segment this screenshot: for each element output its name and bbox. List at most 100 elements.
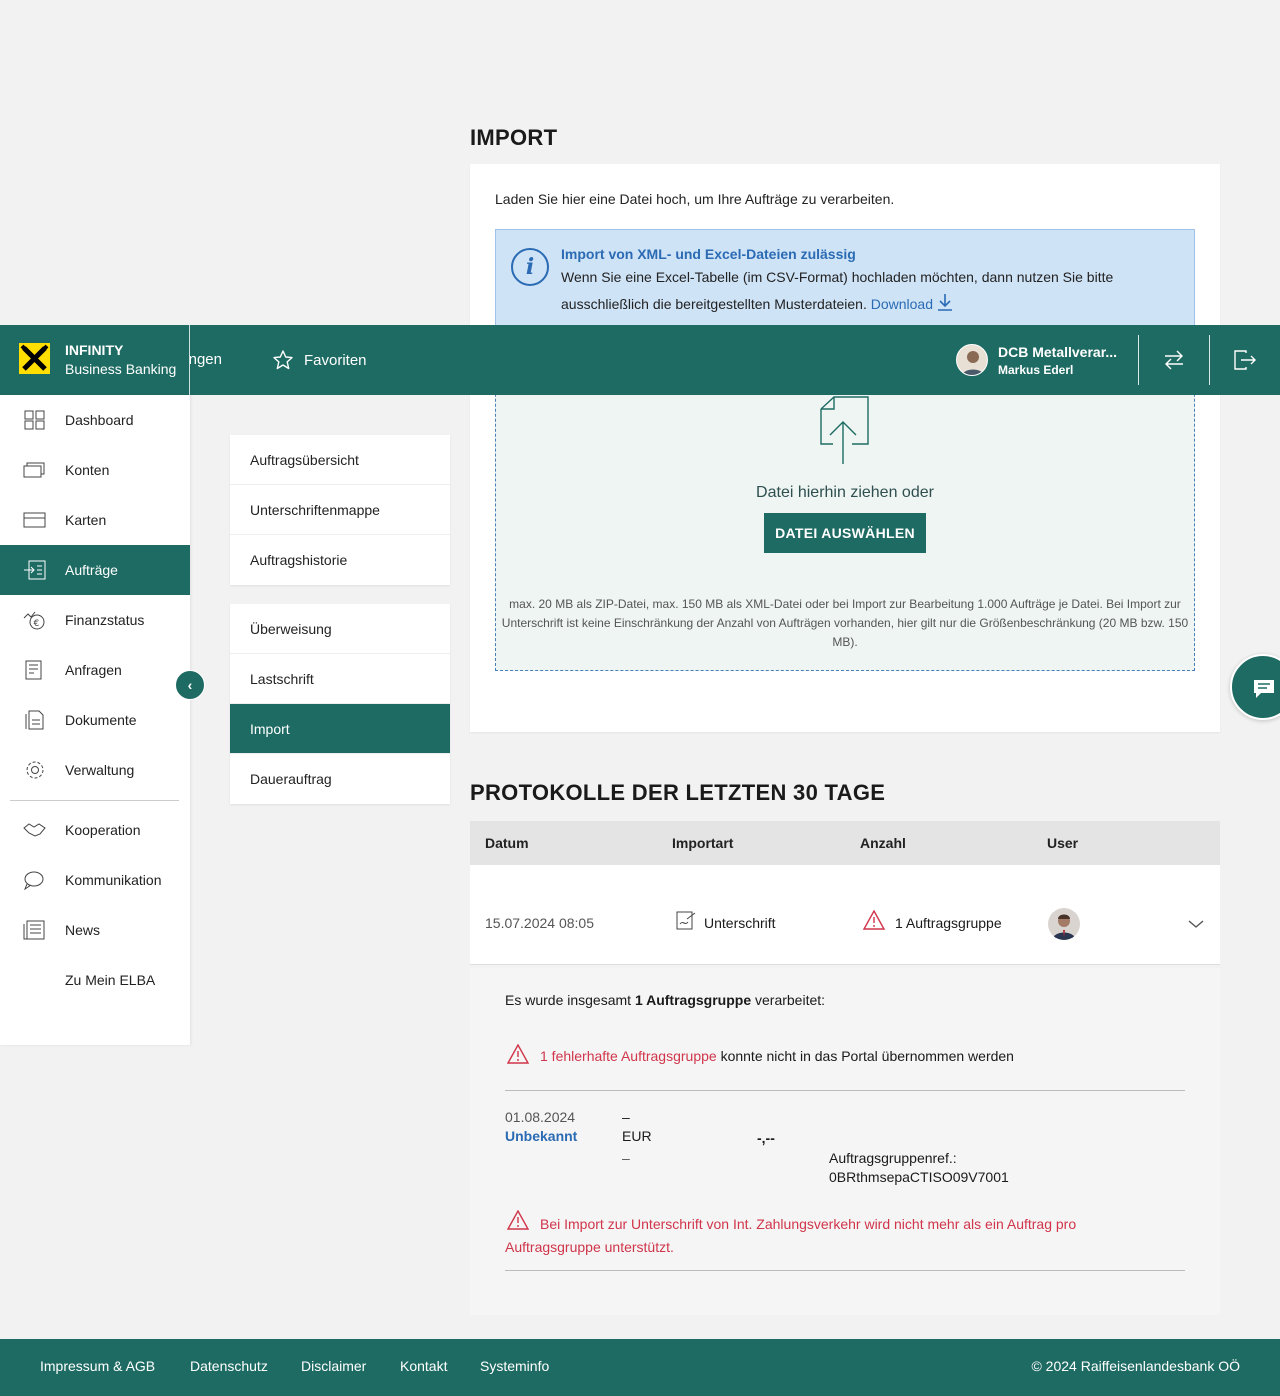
column-header-count[interactable]: Anzahl bbox=[860, 835, 906, 851]
footer-link-disclaimer[interactable]: Disclaimer bbox=[301, 1358, 366, 1374]
details-summary: Es wurde insgesamt 1 Auftragsgruppe vera… bbox=[505, 992, 825, 1008]
warning-icon bbox=[507, 1044, 529, 1064]
nav-item-partial[interactable]: ngen bbox=[190, 351, 222, 368]
download-icon bbox=[938, 294, 952, 311]
info-box: i Import von XML- und Excel-Dateien zulä… bbox=[495, 229, 1195, 329]
sidebar: Dashboard Konten Karten Aufträge € Finan… bbox=[0, 395, 190, 1045]
dropzone-text: Datei hierhin ziehen oder bbox=[756, 484, 934, 501]
subnav-item-auftragsuebersicht[interactable]: Auftragsübersicht bbox=[230, 435, 450, 485]
summary-prefix: Es wurde insgesamt bbox=[505, 992, 635, 1008]
subnav-item-auftragshistorie[interactable]: Auftragshistorie bbox=[230, 535, 450, 585]
entry-dash-1: – bbox=[622, 1109, 630, 1125]
entry-ref-value: 0BRthmsepaCTISO09V7001 bbox=[829, 1169, 1009, 1185]
sidebar-item-kommunikation[interactable]: Kommunikation bbox=[0, 855, 190, 905]
column-header-user[interactable]: User bbox=[1047, 835, 1078, 851]
entry-date: 01.08.2024 bbox=[505, 1109, 576, 1125]
sidebar-item-konten[interactable]: Konten bbox=[0, 445, 190, 495]
subnav-item-lastschrift[interactable]: Lastschrift bbox=[230, 654, 450, 704]
requests-icon bbox=[25, 660, 42, 680]
import-card: Laden Sie hier eine Datei hoch, um Ihre … bbox=[470, 164, 1220, 732]
footer-link-systeminfo[interactable]: Systeminfo bbox=[480, 1358, 549, 1374]
collapse-sidebar-button[interactable]: ‹ bbox=[175, 670, 205, 700]
documents-icon bbox=[25, 710, 44, 730]
favorites-label: Favoriten bbox=[304, 351, 367, 369]
svg-text:€: € bbox=[34, 619, 40, 629]
select-file-button[interactable]: DATEI AUSWÄHLEN bbox=[764, 513, 926, 553]
sidebar-item-verwaltung[interactable]: Verwaltung bbox=[0, 745, 190, 795]
raiffeisen-logo-icon bbox=[19, 343, 50, 374]
brand-logo[interactable]: INFINITY Business Banking bbox=[0, 325, 190, 395]
finance-status-icon: € bbox=[23, 611, 45, 630]
sidebar-divider bbox=[10, 800, 179, 801]
subnav-item-dauerauftrag[interactable]: Dauerauftrag bbox=[230, 754, 450, 804]
info-text-body: Wenn Sie eine Excel-Tabelle (im CSV-Form… bbox=[561, 269, 1114, 312]
newspaper-icon bbox=[23, 920, 45, 940]
favorites-nav[interactable]: Favoriten bbox=[272, 349, 367, 371]
table-row[interactable]: 15.07.2024 08:05 Unterschrift 1 Auftrags… bbox=[470, 865, 1220, 965]
accounts-icon bbox=[23, 462, 45, 478]
info-icon: i bbox=[511, 248, 549, 286]
sidebar-item-label: Kooperation bbox=[65, 822, 141, 838]
sidebar-item-label: Verwaltung bbox=[65, 762, 135, 778]
sidebar-item-label: Konten bbox=[65, 462, 110, 478]
company-name[interactable]: DCB Metallverar... bbox=[998, 344, 1117, 360]
row-date: 15.07.2024 08:05 bbox=[485, 915, 594, 931]
import-intro-text: Laden Sie hier eine Datei hoch, um Ihre … bbox=[495, 191, 895, 207]
logout-icon[interactable] bbox=[1233, 349, 1257, 371]
sidebar-item-label: News bbox=[65, 922, 101, 938]
sidebar-item-label: Zu Mein ELBA bbox=[65, 972, 156, 988]
sidebar-item-dokumente[interactable]: Dokumente bbox=[0, 695, 190, 745]
sidebar-item-dashboard[interactable]: Dashboard bbox=[0, 395, 190, 445]
subnav-item-ueberweisung[interactable]: Überweisung bbox=[230, 604, 450, 654]
brand-name: INFINITY bbox=[65, 342, 124, 358]
topbar-divider bbox=[1209, 335, 1210, 385]
entry-status: Unbekannt bbox=[505, 1128, 578, 1144]
sidebar-item-karten[interactable]: Karten bbox=[0, 495, 190, 545]
upload-limits-hint: max. 20 MB als ZIP-Datei, max. 150 MB al… bbox=[501, 597, 1189, 649]
summary-count: 1 Auftragsgruppe bbox=[634, 992, 752, 1008]
sidebar-item-mein-elba[interactable]: Zu Mein ELBA bbox=[0, 955, 190, 1005]
entry-ref-label: Auftragsgruppenref.: bbox=[829, 1150, 957, 1166]
settings-gear-icon bbox=[26, 761, 44, 779]
file-upload-icon bbox=[820, 396, 869, 464]
signature-icon bbox=[676, 911, 696, 930]
subnav-orders: Auftragsübersicht Unterschriftenmappe Au… bbox=[230, 435, 450, 585]
details-divider bbox=[505, 1270, 1185, 1271]
top-navigation-bar: ngen Favoriten INFINITY Business Banking… bbox=[0, 325, 1280, 395]
footer-link-impressum[interactable]: Impressum & AGB bbox=[40, 1358, 155, 1374]
subnav-item-import[interactable]: Import bbox=[230, 704, 450, 754]
details-divider bbox=[505, 1090, 1185, 1091]
footer-link-kontakt[interactable]: Kontakt bbox=[400, 1358, 447, 1374]
sidebar-item-label: Kommunikation bbox=[65, 872, 162, 888]
subnav-item-unterschriftenmappe[interactable]: Unterschriftenmappe bbox=[230, 485, 450, 535]
sidebar-item-auftraege[interactable]: Aufträge bbox=[0, 545, 190, 595]
footer-link-datenschutz[interactable]: Datenschutz bbox=[190, 1358, 268, 1374]
warning-icon bbox=[863, 910, 885, 930]
sidebar-item-anfragen[interactable]: Anfragen bbox=[0, 645, 190, 695]
entry-currency: EUR bbox=[622, 1128, 652, 1144]
download-link[interactable]: Download bbox=[870, 294, 953, 312]
topbar-divider bbox=[1138, 335, 1139, 385]
column-header-import-type[interactable]: Importart bbox=[672, 835, 733, 851]
footer-copyright: © 2024 Raiffeisenlandesbank OÖ bbox=[1031, 1358, 1240, 1374]
protocols-title: PROTOKOLLE DER LETZTEN 30 TAGE bbox=[470, 780, 886, 805]
row-count: 1 Auftragsgruppe bbox=[895, 915, 1002, 931]
chat-button[interactable] bbox=[1230, 654, 1280, 720]
row-import-type: Unterschrift bbox=[704, 915, 776, 931]
subnav-order-types: Überweisung Lastschrift Import Dauerauft… bbox=[230, 604, 450, 804]
column-header-date[interactable]: Datum bbox=[485, 835, 529, 851]
chevron-down-icon[interactable] bbox=[1188, 919, 1204, 929]
sidebar-item-news[interactable]: News bbox=[0, 905, 190, 955]
sidebar-item-kooperation[interactable]: Kooperation bbox=[0, 805, 190, 855]
download-link-label: Download bbox=[870, 296, 933, 312]
chat-bubbles-icon bbox=[24, 871, 44, 890]
user-avatar[interactable] bbox=[956, 344, 988, 376]
brand-subtitle: Business Banking bbox=[65, 361, 177, 377]
sidebar-item-finanzstatus[interactable]: € Finanzstatus bbox=[0, 595, 190, 645]
entry-amount: -,-- bbox=[757, 1130, 775, 1146]
error-text: konnte nicht in das Portal übernommen we… bbox=[716, 1048, 1014, 1064]
card-icon bbox=[23, 512, 46, 528]
switch-arrows-icon[interactable] bbox=[1163, 349, 1185, 371]
chat-icon bbox=[1254, 680, 1274, 698]
entry-warning: Bei Import zur Unterschrift von Int. Zah… bbox=[505, 1216, 1077, 1255]
